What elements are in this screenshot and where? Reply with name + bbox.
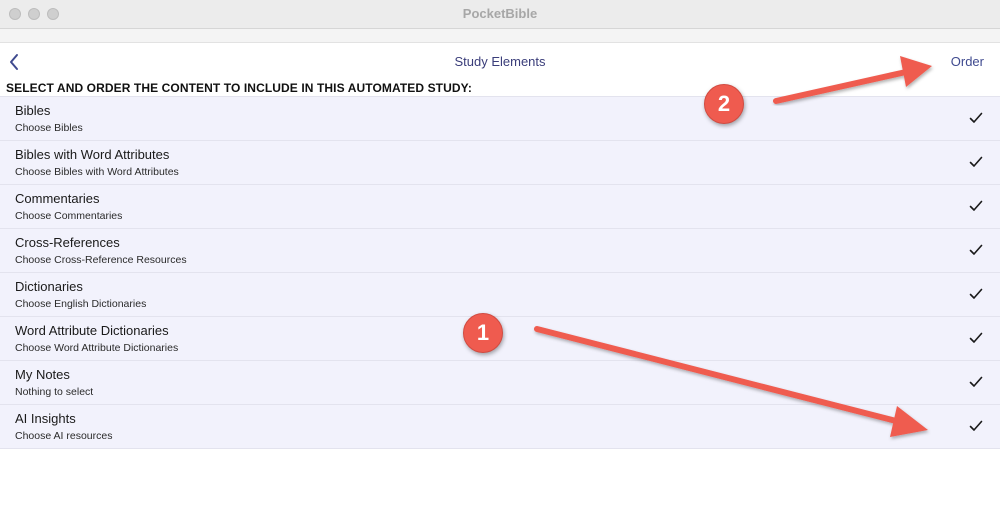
item-subtitle: Choose Word Attribute Dictionaries: [15, 342, 179, 354]
list-item-ai-insights[interactable]: AI Insights Choose AI resources: [0, 404, 1000, 449]
navigation-bar: Study Elements Order: [0, 43, 1000, 81]
item-title: AI Insights: [15, 411, 76, 426]
checkmark-icon: [969, 112, 983, 123]
checkmark-icon: [969, 332, 983, 343]
checkmark-icon: [969, 244, 983, 255]
list-item-bibles[interactable]: Bibles Choose Bibles: [0, 96, 1000, 140]
list-item-bibles-with-word-attributes[interactable]: Bibles with Word Attributes Choose Bible…: [0, 140, 1000, 184]
item-subtitle: Choose Bibles: [15, 122, 83, 134]
checkmark-icon: [969, 156, 983, 167]
checkmark-icon: [969, 420, 983, 431]
item-subtitle: Nothing to select: [15, 386, 94, 398]
item-subtitle: Choose AI resources: [15, 430, 113, 442]
item-title: Commentaries: [15, 191, 100, 206]
list-item-dictionaries[interactable]: Dictionaries Choose English Dictionaries: [0, 272, 1000, 316]
app-title: PocketBible: [462, 6, 538, 21]
item-title: Bibles with Word Attributes: [15, 147, 170, 162]
section-header: SELECT AND ORDER THE CONTENT TO INCLUDE …: [6, 81, 472, 95]
annotation-badge-1: 1: [463, 313, 503, 353]
app-window: PocketBible Study Elements Order SELECT …: [0, 0, 1000, 514]
item-subtitle: Choose Cross-Reference Resources: [15, 254, 187, 266]
item-subtitle: Choose English Dictionaries: [15, 298, 147, 310]
item-title: Bibles: [15, 103, 51, 118]
item-title: Dictionaries: [15, 279, 83, 294]
item-title: My Notes: [15, 367, 70, 382]
item-subtitle: Choose Bibles with Word Attributes: [15, 166, 179, 178]
list-item-cross-references[interactable]: Cross-References Choose Cross-Reference …: [0, 228, 1000, 272]
checkmark-icon: [969, 200, 983, 211]
item-title: Word Attribute Dictionaries: [15, 323, 169, 338]
study-elements-list: Bibles Choose Bibles Bibles with Word At…: [0, 96, 1000, 449]
page-title: Study Elements: [454, 54, 546, 69]
item-subtitle: Choose Commentaries: [15, 210, 123, 222]
item-title: Cross-References: [15, 235, 120, 250]
annotation-badge-2: 2: [704, 84, 744, 124]
order-button[interactable]: Order: [951, 54, 984, 69]
toolbar-strip: [0, 29, 1000, 43]
title-bar[interactable]: PocketBible: [0, 0, 1000, 29]
list-item-my-notes[interactable]: My Notes Nothing to select: [0, 360, 1000, 404]
checkmark-icon: [969, 288, 983, 299]
list-item-commentaries[interactable]: Commentaries Choose Commentaries: [0, 184, 1000, 228]
checkmark-icon: [969, 376, 983, 387]
